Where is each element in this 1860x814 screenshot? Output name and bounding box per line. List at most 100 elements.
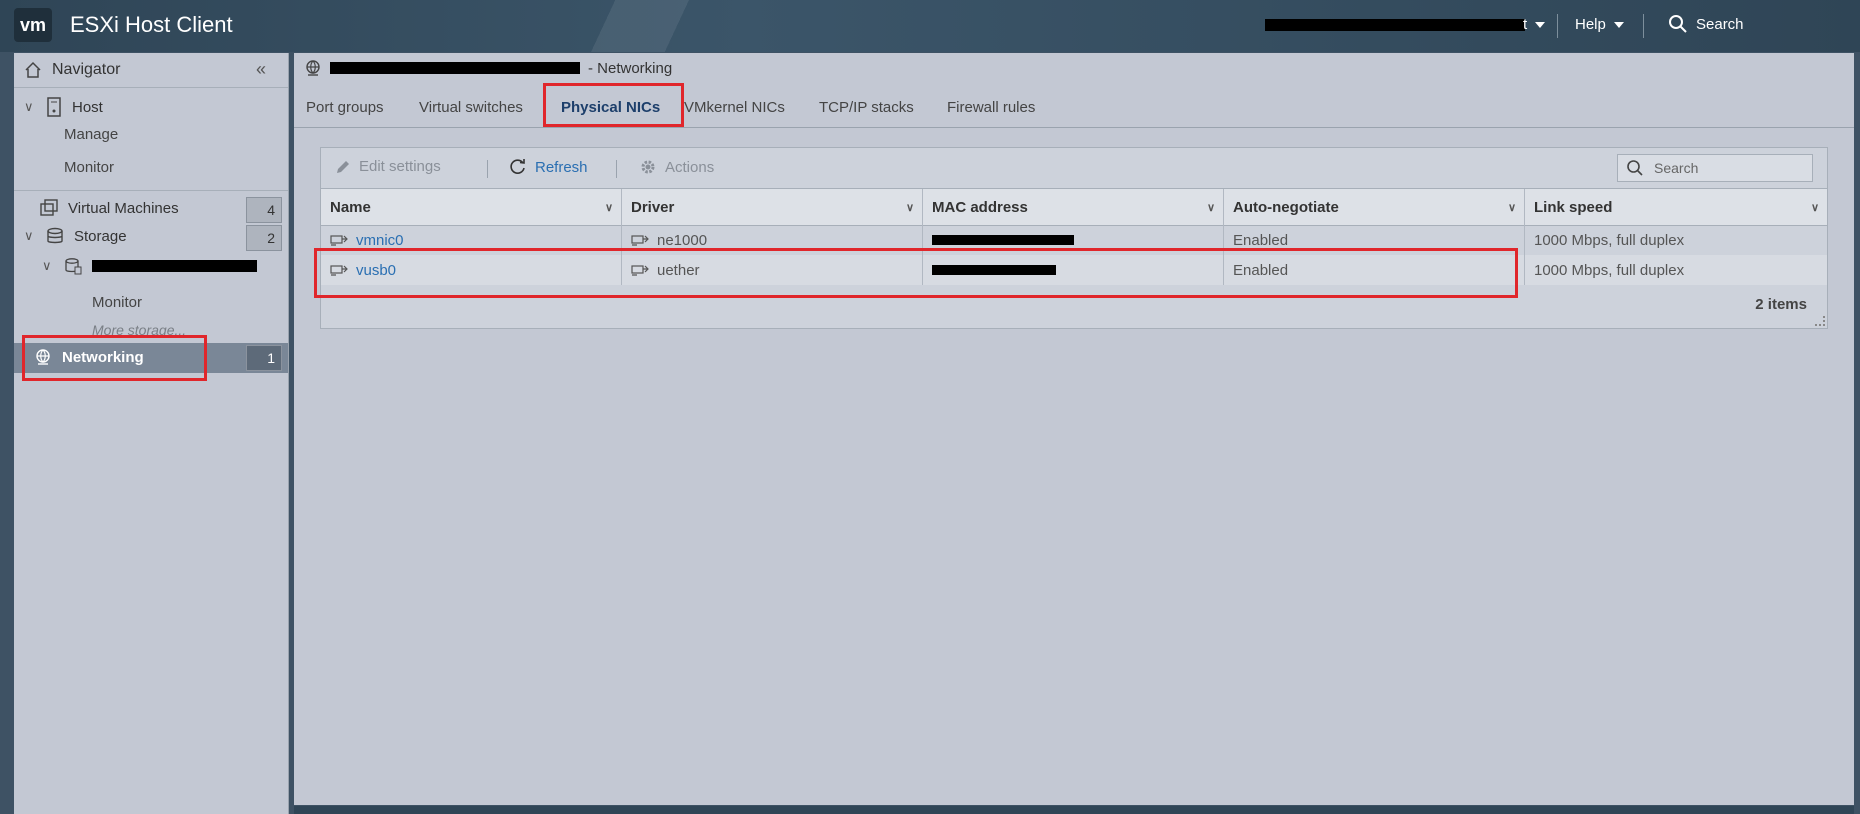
chevron-down-icon[interactable]: ∨ <box>24 99 36 115</box>
refresh-label: Refresh <box>535 158 588 176</box>
nav-item-datastore[interactable]: ∨ <box>42 257 257 275</box>
toolbar-divider <box>616 160 617 178</box>
virtual-machine-icon <box>40 199 58 216</box>
actions-label: Actions <box>665 158 715 176</box>
navigator-header[interactable]: Navigator <box>24 61 120 79</box>
panel-header: - Networking <box>304 59 672 77</box>
nic-link[interactable]: vmnic0 <box>356 232 404 249</box>
navigator-panel: Navigator « ∨ Host Manage Monitor Virtua… <box>14 53 289 814</box>
chevron-down-icon[interactable]: ∨ <box>605 201 613 214</box>
global-search-button[interactable]: Search <box>1668 14 1744 34</box>
globe-network-icon <box>306 60 320 76</box>
nav-item-host-manage[interactable]: Manage <box>64 126 118 143</box>
highlight-vusb0-row <box>314 248 1518 298</box>
nav-item-host[interactable]: ∨ Host <box>24 97 103 117</box>
chevron-down-icon[interactable]: ∨ <box>24 228 36 244</box>
database-icon <box>47 227 63 244</box>
edit-settings-button[interactable]: Edit settings <box>335 158 441 175</box>
bottom-border <box>294 806 1854 814</box>
search-icon <box>1669 15 1687 33</box>
physical-nics-grid: Edit settings Refresh Actions Name ∨ <box>320 147 1828 329</box>
redacted-mac-address <box>932 235 1074 245</box>
column-label: Driver <box>631 198 675 216</box>
chevron-down-icon[interactable]: ∨ <box>1508 201 1516 214</box>
column-label: MAC address <box>932 198 1028 216</box>
redacted-datastore-name <box>92 260 257 272</box>
vm-count-badge: 4 <box>246 197 282 223</box>
edit-settings-label: Edit settings <box>359 158 441 175</box>
divider <box>14 190 288 191</box>
chevron-down-icon[interactable]: ∨ <box>42 258 54 274</box>
search-label: Search <box>1696 15 1744 33</box>
cell-link-speed: 1000 Mbps, full duplex <box>1534 231 1685 249</box>
items-count: 2 items <box>1755 296 1807 313</box>
driver-value: ne1000 <box>657 231 708 249</box>
nav-item-label: Host <box>72 98 103 116</box>
table-header: Name ∨ Driver ∨ MAC address ∨ Auto-negot… <box>321 188 1827 226</box>
column-label: Auto-negotiate <box>1233 198 1339 216</box>
highlight-networking <box>22 335 207 381</box>
nav-item-label: Storage <box>74 227 127 245</box>
chevron-down-icon[interactable]: ∨ <box>1811 201 1819 214</box>
refresh-button[interactable]: Refresh <box>509 158 588 176</box>
vmware-logo: vm <box>14 8 52 42</box>
tab-port-groups[interactable]: Port groups <box>306 99 384 116</box>
cell-link-speed: 1000 Mbps, full duplex <box>1534 261 1685 279</box>
column-label: Name <box>330 198 371 216</box>
user-menu[interactable]: t <box>1265 16 1546 33</box>
nav-item-virtual-machines[interactable]: Virtual Machines <box>40 199 179 217</box>
nav-item-host-monitor[interactable]: Monitor <box>64 159 114 176</box>
refresh-icon <box>510 159 525 174</box>
grid-search-input[interactable] <box>1652 159 1806 177</box>
chevron-down-icon[interactable]: ∨ <box>1207 201 1215 214</box>
nic-icon <box>631 235 649 246</box>
tab-vmkernel-nics[interactable]: VMkernel NICs <box>684 99 785 116</box>
search-icon <box>1627 160 1643 176</box>
topbar-decoration <box>560 0 720 52</box>
nic-icon <box>330 235 348 246</box>
storage-count-badge: 2 <box>246 225 282 251</box>
networking-panel: - Networking Port groups Virtual switche… <box>294 53 1854 805</box>
grid-toolbar: Edit settings Refresh Actions <box>321 148 1827 188</box>
networking-count-badge: 1 <box>246 345 282 371</box>
networking-tabs: Port groups Virtual switches Physical NI… <box>294 91 1854 128</box>
user-suffix: t <box>1523 16 1528 33</box>
server-icon <box>47 97 61 117</box>
toolbar-divider <box>487 160 488 178</box>
divider <box>14 87 288 88</box>
home-icon <box>25 61 41 78</box>
help-label: Help <box>1575 16 1606 33</box>
tab-tcpip-stacks[interactable]: TCP/IP stacks <box>819 99 914 116</box>
column-label: Link speed <box>1534 198 1613 216</box>
nav-item-storage[interactable]: ∨ Storage <box>24 227 127 245</box>
help-menu[interactable]: Help <box>1575 16 1624 33</box>
collapse-navigator-icon[interactable]: « <box>256 59 266 80</box>
topbar-divider <box>1643 14 1644 38</box>
redacted-host-name <box>330 62 580 74</box>
grid-search-box[interactable] <box>1617 154 1813 182</box>
tab-virtual-switches[interactable]: Virtual switches <box>419 99 523 116</box>
tab-firewall-rules[interactable]: Firewall rules <box>947 99 1035 116</box>
column-header-link-speed[interactable]: Link speed ∨ <box>1525 189 1827 225</box>
top-bar: vm ESXi Host Client t Help Search <box>0 0 1860 52</box>
app-title: ESXi Host Client <box>70 12 233 37</box>
navigator-title: Navigator <box>52 61 121 78</box>
resize-handle[interactable] <box>1815 316 1825 326</box>
highlight-physical-nics-tab <box>543 83 684 127</box>
gear-icon <box>641 160 655 174</box>
chevron-down-icon[interactable]: ∨ <box>906 201 914 214</box>
chevron-down-icon <box>1535 21 1546 28</box>
chevron-down-icon <box>1613 21 1624 28</box>
redacted-username <box>1265 18 1525 31</box>
column-header-mac-address[interactable]: MAC address ∨ <box>923 189 1224 225</box>
topbar-divider <box>1557 14 1558 38</box>
column-header-name[interactable]: Name ∨ <box>321 189 622 225</box>
pencil-icon <box>337 160 349 173</box>
panel-title: - Networking <box>588 59 673 77</box>
nav-item-datastore-monitor[interactable]: Monitor <box>92 294 142 311</box>
actions-button[interactable]: Actions <box>639 158 714 176</box>
datastore-icon <box>65 258 82 275</box>
column-header-driver[interactable]: Driver ∨ <box>622 189 923 225</box>
column-header-auto-negotiate[interactable]: Auto-negotiate ∨ <box>1224 189 1525 225</box>
nav-item-label: Virtual Machines <box>68 199 179 217</box>
